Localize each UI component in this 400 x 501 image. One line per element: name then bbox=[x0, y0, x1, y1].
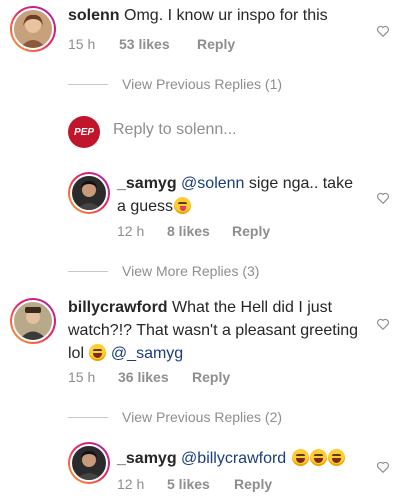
divider-line bbox=[68, 416, 108, 418]
avatar-billycrawford[interactable] bbox=[10, 298, 56, 344]
reply-input[interactable]: Reply to solenn... bbox=[113, 121, 237, 139]
laughing-emoji-icon bbox=[309, 449, 327, 466]
pep-avatar: PEP bbox=[68, 116, 100, 148]
comment-text-samyg-2: _samyg @billycrawford bbox=[117, 447, 367, 470]
username-billycrawford[interactable]: billycrawford bbox=[68, 299, 168, 316]
avatar-samyg[interactable] bbox=[68, 172, 110, 214]
username-solenn[interactable]: solenn bbox=[68, 7, 120, 24]
view-more-replies-button[interactable]: View More Replies (3) bbox=[68, 263, 259, 279]
comment-meta: 12 h 5 likes Reply bbox=[117, 476, 272, 492]
username-samyg[interactable]: _samyg bbox=[117, 175, 177, 192]
timestamp: 15 h bbox=[68, 369, 96, 385]
username-samyg[interactable]: _samyg bbox=[117, 450, 177, 467]
laughing-emoji-icon bbox=[327, 449, 345, 466]
timestamp: 15 h bbox=[68, 36, 96, 52]
avatar-photo bbox=[70, 174, 108, 212]
reply-button[interactable]: Reply bbox=[197, 36, 235, 52]
mention-link[interactable]: @billycrawford bbox=[181, 450, 286, 467]
avatar-samyg[interactable] bbox=[68, 442, 110, 484]
laughing-emoji-icon bbox=[89, 344, 107, 361]
person-icon bbox=[76, 451, 102, 480]
reply-button[interactable]: Reply bbox=[192, 369, 230, 385]
view-previous-replies-button[interactable]: View Previous Replies (2) bbox=[68, 409, 282, 425]
heart-icon[interactable] bbox=[376, 191, 390, 205]
comment-body: Omg. I know ur inspo for this bbox=[124, 7, 328, 24]
toggle-label: View More Replies (3) bbox=[122, 263, 260, 279]
divider-line bbox=[68, 270, 108, 272]
heart-icon[interactable] bbox=[376, 460, 390, 474]
person-icon bbox=[20, 14, 46, 48]
likes-count[interactable]: 5 likes bbox=[167, 476, 234, 492]
comment-meta: 15 h 36 likes Reply bbox=[68, 369, 230, 385]
likes-count[interactable]: 8 likes bbox=[167, 223, 232, 239]
avatar-photo bbox=[70, 444, 108, 482]
comment-text-samyg: _samyg @solenn sige nga.. take a guess bbox=[117, 172, 365, 218]
heart-icon[interactable] bbox=[376, 317, 390, 331]
reply-button[interactable]: Reply bbox=[234, 476, 272, 492]
mention-link[interactable]: @_samyg bbox=[111, 345, 183, 362]
avatar-solenn[interactable] bbox=[10, 6, 56, 52]
view-previous-replies-button[interactable]: View Previous Replies (1) bbox=[68, 76, 282, 92]
comment-meta: 15 h 53 likes Reply bbox=[68, 36, 235, 52]
person-icon bbox=[76, 181, 102, 210]
person-icon bbox=[19, 307, 47, 340]
comment-text-solenn: solenn Omg. I know ur inspo for this bbox=[68, 4, 368, 27]
heart-icon[interactable] bbox=[376, 24, 390, 38]
avatar-photo bbox=[12, 8, 54, 50]
laughing-emoji-icon bbox=[291, 449, 309, 466]
likes-count[interactable]: 36 likes bbox=[118, 369, 192, 385]
toggle-label: View Previous Replies (2) bbox=[122, 409, 283, 425]
comment-meta: 12 h 8 likes Reply bbox=[117, 223, 270, 239]
timestamp: 12 h bbox=[117, 223, 145, 239]
wink-emoji-icon bbox=[174, 197, 192, 214]
likes-count[interactable]: 53 likes bbox=[119, 36, 197, 52]
comment-text-billycrawford: billycrawford What the Hell did I just w… bbox=[68, 296, 368, 365]
reply-button[interactable]: Reply bbox=[232, 223, 270, 239]
divider-line bbox=[68, 83, 108, 85]
pep-logo-text: PEP bbox=[73, 126, 94, 138]
avatar-photo bbox=[12, 300, 54, 342]
toggle-label: View Previous Replies (1) bbox=[122, 76, 283, 92]
timestamp: 12 h bbox=[117, 476, 145, 492]
mention-link[interactable]: @solenn bbox=[181, 175, 244, 192]
